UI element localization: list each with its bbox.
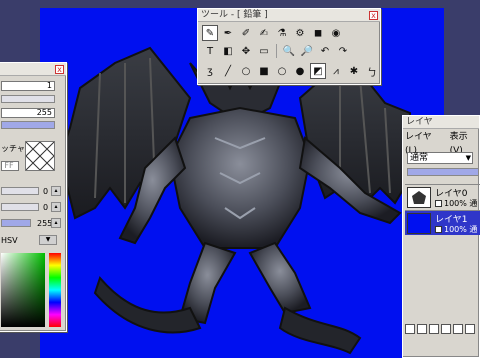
close-icon[interactable]: x: [369, 11, 378, 20]
text-tool-icon[interactable]: T: [202, 43, 218, 59]
line-tool-icon[interactable]: ╱: [220, 63, 236, 79]
chevron-down-icon: ▼: [465, 154, 471, 162]
ff-field[interactable]: FF: [1, 161, 19, 171]
sat-stepper[interactable]: ▴: [51, 202, 61, 212]
spray-tool-icon[interactable]: ⚗: [274, 25, 290, 41]
new-layer-icon[interactable]: [405, 324, 415, 334]
pen-tool-icon[interactable]: ✒: [220, 25, 236, 41]
menu-layer[interactable]: レイヤ(L): [405, 130, 442, 156]
size-field[interactable]: 1: [1, 81, 55, 91]
texture-pattern[interactable]: [25, 141, 55, 171]
airbrush-tool-icon[interactable]: ✍: [256, 25, 272, 41]
menu-view[interactable]: 表示(V): [450, 130, 479, 156]
hue-value: 0: [43, 187, 49, 196]
rotate-left-icon[interactable]: ↶: [317, 43, 333, 59]
mask-icon[interactable]: [453, 324, 463, 334]
layer-thumbnail: [407, 187, 431, 208]
hue-slider[interactable]: [1, 187, 39, 195]
layer-opacity-value: 100% 通: [444, 225, 478, 234]
move-tool-icon[interactable]: ✥: [238, 43, 254, 59]
layer-opacity-value: 100% 通: [444, 199, 478, 208]
layer-window: レイヤ レイヤ(L) 表示(V) 通常 ▼ レイヤ0 100% 通 レイヤ1 1…: [402, 115, 480, 358]
color-panel-titlebar[interactable]: x: [0, 63, 66, 76]
sat-value: 0: [43, 203, 49, 212]
zoom-in-icon[interactable]: 🔍: [281, 43, 297, 59]
rotate-right-icon[interactable]: ↷: [335, 43, 351, 59]
tool-row-1: ✎ ✒ ✐ ✍ ⚗ ⚙ ◼ ◉: [202, 25, 344, 41]
color-picker-square[interactable]: [1, 253, 45, 327]
zoom-out-icon[interactable]: 🔎: [299, 43, 315, 59]
ellipse-outline-tool-icon[interactable]: ○: [274, 63, 290, 79]
eye-icon[interactable]: [435, 200, 442, 207]
tool-window-title: ツール - [ 鉛筆 ]: [201, 10, 268, 20]
val-stepper[interactable]: ▴: [51, 218, 61, 228]
star-tool-icon[interactable]: ✱: [346, 63, 362, 79]
brush-tool-icon[interactable]: ✐: [238, 25, 254, 41]
sat-slider[interactable]: [1, 203, 39, 211]
blur-tool-icon[interactable]: ⚙: [292, 25, 308, 41]
lasso-fill-tool-icon[interactable]: ◩: [310, 63, 326, 79]
layer-toolbar: [405, 324, 475, 334]
layer-item-selected[interactable]: レイヤ1 100% 通: [405, 210, 480, 235]
layer-thumbnail: [407, 213, 431, 234]
layer-window-titlebar[interactable]: レイヤ: [403, 116, 479, 129]
pencil-tool-icon[interactable]: ✎: [202, 25, 218, 41]
layer-window-title: レイヤ: [406, 117, 433, 127]
eye-icon[interactable]: [435, 226, 442, 233]
delete-icon[interactable]: [465, 324, 475, 334]
tool-window-titlebar[interactable]: ツール - [ 鉛筆 ] x: [198, 9, 380, 22]
freeform-tool-icon[interactable]: ㄅ: [364, 63, 380, 79]
hue-stepper[interactable]: ▴: [51, 186, 61, 196]
eraser-tool-icon[interactable]: ◉: [328, 25, 344, 41]
fill-tool-icon[interactable]: ◼: [310, 25, 326, 41]
rect-fill-tool-icon[interactable]: ■: [256, 63, 272, 79]
tool-row-2: T ◧ ✥ ▭ 🔍 🔎 ↶ ↷: [202, 43, 351, 59]
close-icon[interactable]: x: [55, 65, 64, 74]
layer-opacity: 100% 通: [435, 198, 477, 209]
tool-window: ツール - [ 鉛筆 ] x ✎ ✒ ✐ ✍ ⚗ ⚙ ◼ ◉ T ◧ ✥ ▭ 🔍…: [197, 8, 381, 85]
blend-mode-select[interactable]: 通常 ▼: [407, 152, 473, 164]
toolbar-separator: [276, 44, 277, 58]
select-rect-tool-icon[interactable]: ▭: [256, 43, 272, 59]
gradient-tool-icon[interactable]: ◧: [220, 43, 236, 59]
hsv-mode-dropdown[interactable]: ▼: [39, 235, 57, 245]
opacity-field[interactable]: 255: [1, 108, 55, 118]
curve-tool-icon[interactable]: ʒ: [202, 63, 218, 79]
copy-layer-icon[interactable]: [417, 324, 427, 334]
hue-strip[interactable]: [49, 253, 61, 327]
tool-row-3: ʒ ╱ ○ ■ ○ ● ◩ ⩘ ✱ ㄅ: [202, 63, 380, 79]
merge-icon[interactable]: [429, 324, 439, 334]
polyline-tool-icon[interactable]: ⩘: [328, 63, 344, 79]
layer-menu-bar: レイヤ(L) 表示(V): [403, 130, 479, 156]
val-value: 255: [37, 219, 53, 228]
layer-opacity: 100% 通: [435, 224, 477, 235]
val-slider[interactable]: [1, 219, 31, 227]
layer-item[interactable]: レイヤ0 100% 通: [405, 184, 480, 209]
opacity-slider[interactable]: [1, 121, 55, 129]
color-panel: x 1 255 ッチャ FF 0 ▴ 0 ▴ 255 ▴ HSV ▼: [0, 62, 67, 332]
layer-opacity-slider[interactable]: [407, 168, 479, 176]
rect-outline-tool-icon[interactable]: ○: [238, 63, 254, 79]
size-slider[interactable]: [1, 95, 55, 103]
texture-label: ッチャ: [1, 144, 25, 153]
blend-mode-value: 通常: [410, 153, 429, 163]
folder-icon[interactable]: [441, 324, 451, 334]
hsv-mode-label: HSV: [1, 236, 18, 245]
ellipse-fill-tool-icon[interactable]: ●: [292, 63, 308, 79]
